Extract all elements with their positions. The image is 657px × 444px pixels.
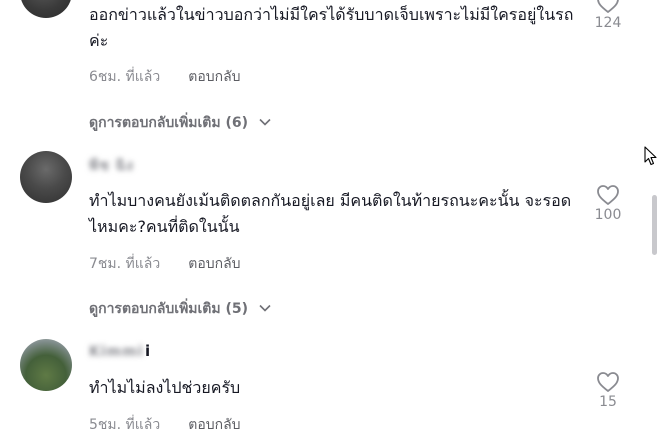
comment-text: ทำไมบางคนยังเม้นติดตลกกันอยู่เลย มีคนติด… [89, 191, 572, 236]
view-more-replies-button[interactable]: ดูการตอบกลับเพิ่มเติม (6) [89, 112, 271, 134]
like-button[interactable]: 15 [585, 371, 631, 410]
comment-time: 6ชม. ที่แล้ว [89, 69, 161, 85]
comment-username[interactable]: Kimmi [89, 344, 144, 360]
comment-text: ออกข่าวแล้วในข่าวบอกว่าไม่มีใครได้รับบาด… [89, 5, 574, 50]
view-more-replies-label: ดูการตอบกลับเพิ่มเติม (5) [89, 301, 249, 317]
scrollbar-thumb[interactable] [652, 195, 657, 255]
comment-meta: 5ชม. ที่แล้ว ตอบกลับ [89, 414, 241, 436]
avatar[interactable] [20, 0, 72, 18]
comment-meta: 7ชม. ที่แล้ว ตอบกลับ [89, 253, 241, 275]
heart-outline-icon [597, 372, 619, 392]
like-count: 15 [599, 394, 617, 410]
comment-list: ออกข่าวแล้วในข่าวบอกว่าไม่มีใครได้รับบาด… [0, 0, 657, 444]
comment-time: 7ชม. ที่แล้ว [89, 256, 161, 272]
comment-username-suffix: i [145, 342, 151, 360]
reply-button[interactable]: ตอบกลับ [188, 69, 240, 85]
comment-username[interactable]: พีช ฉิง [89, 155, 134, 177]
heart-outline-icon [597, 185, 619, 205]
comment-text: ทำไมไม่ลงไปช่วยครับ [89, 378, 241, 397]
like-count: 124 [594, 15, 622, 31]
like-button[interactable]: 124 [585, 0, 631, 31]
heart-outline-icon [597, 0, 619, 13]
reply-button[interactable]: ตอบกลับ [188, 417, 240, 433]
chevron-down-icon [259, 118, 271, 126]
comment-meta: 6ชม. ที่แล้ว ตอบกลับ [89, 66, 241, 88]
like-button[interactable]: 100 [585, 184, 631, 223]
view-more-replies-button[interactable]: ดูการตอบกลับเพิ่มเติม (5) [89, 298, 271, 320]
comment-time: 5ชม. ที่แล้ว [89, 417, 161, 433]
reply-button[interactable]: ตอบกลับ [188, 256, 240, 272]
like-count: 100 [594, 207, 622, 223]
mouse-cursor-icon [644, 146, 657, 166]
chevron-down-icon [259, 304, 271, 312]
avatar[interactable] [20, 339, 72, 391]
view-more-replies-label: ดูการตอบกลับเพิ่มเติม (6) [89, 115, 249, 131]
avatar[interactable] [20, 151, 72, 203]
